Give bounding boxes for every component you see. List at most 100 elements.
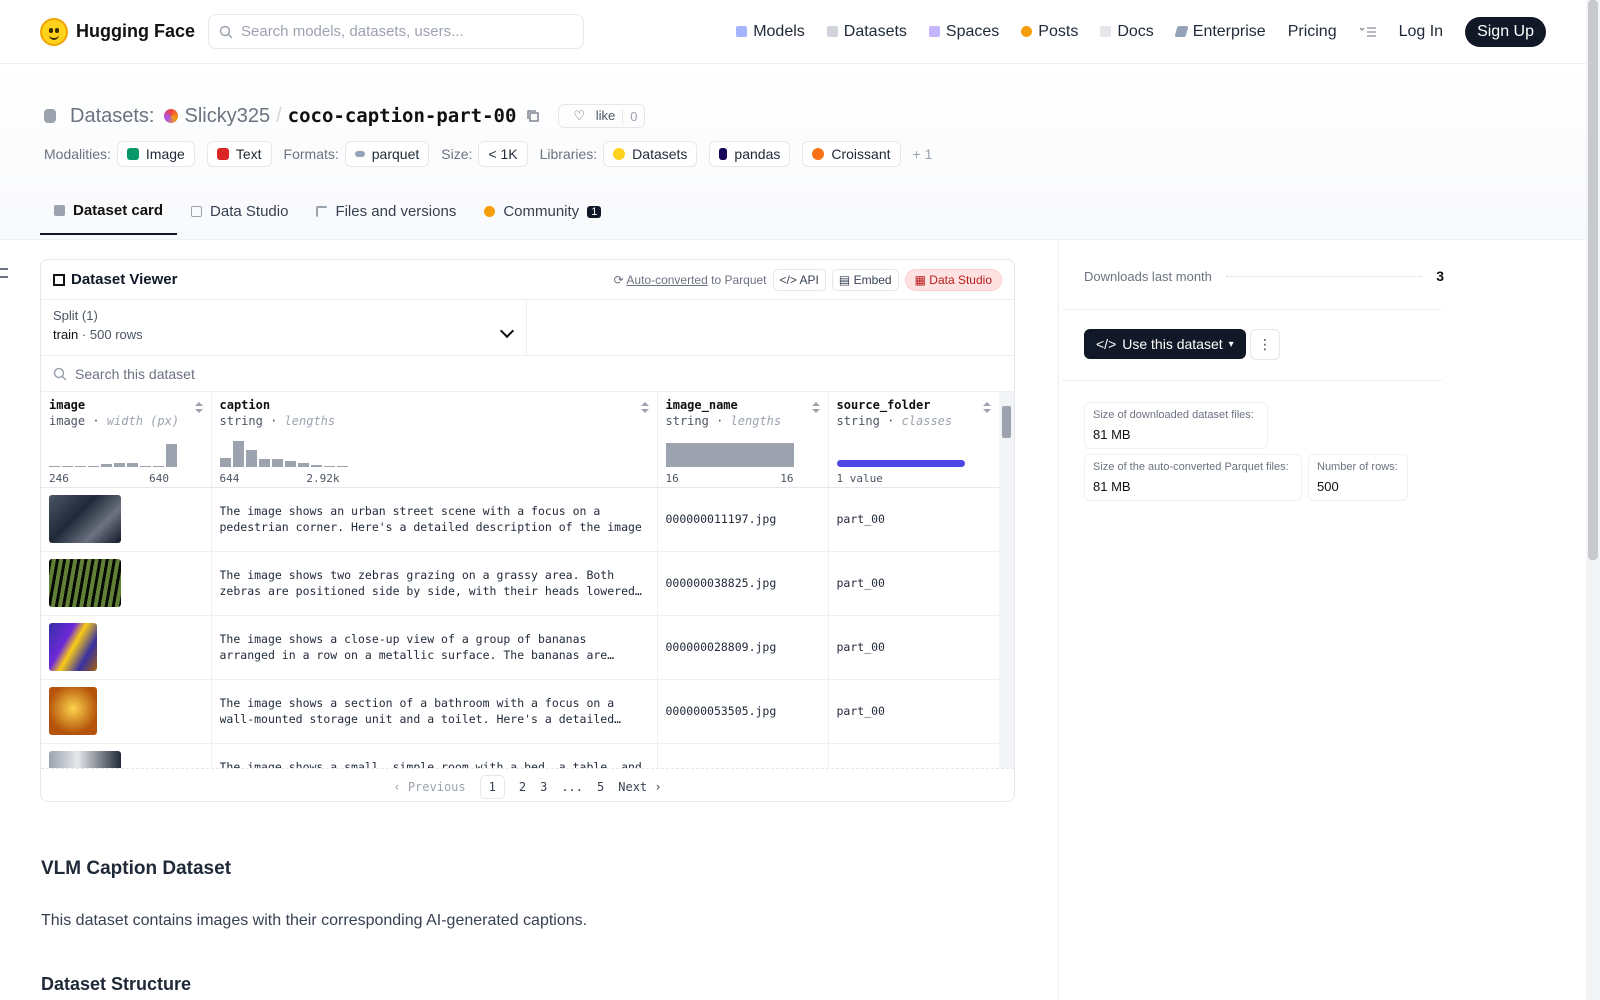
page-3[interactable]: 3 — [540, 780, 547, 794]
cell-image[interactable] — [41, 679, 212, 744]
use-dataset-label: Use this dataset — [1122, 336, 1223, 352]
cell-caption[interactable]: The image shows a small, simple room wit… — [211, 743, 658, 768]
tag-image[interactable]: Image — [116, 141, 195, 167]
cell-caption[interactable]: The image shows a close-up view of a gro… — [211, 615, 658, 680]
tab-community[interactable]: Community 1 — [470, 186, 615, 235]
sidebar-divider — [1058, 240, 1059, 1000]
col-caption[interactable]: caption string · lengths 644 2.92k — [211, 392, 658, 488]
table-row[interactable]: The image shows a close-up view of a gro… — [41, 615, 1000, 680]
cell-image-name[interactable]: 000000053505.jpg — [657, 679, 829, 744]
table-row[interactable]: The image shows a section of a bathroom … — [41, 679, 1000, 744]
nav-docs[interactable]: Docs — [1100, 23, 1154, 41]
tag-size[interactable]: < 1K — [478, 141, 528, 167]
cell-image[interactable] — [41, 487, 212, 552]
table-row[interactable]: The image shows a small, simple room wit… — [41, 743, 1000, 768]
nav-models-label: Models — [753, 22, 805, 40]
sort-icon[interactable] — [640, 402, 649, 414]
nav-models[interactable]: Models — [736, 23, 805, 41]
cell-caption[interactable]: The image shows an urban street scene wi… — [211, 487, 658, 552]
cell-source-folder[interactable] — [828, 743, 1000, 768]
cell-source-folder[interactable]: part_00 — [828, 551, 1000, 616]
cell-source-folder[interactable]: part_00 — [828, 487, 1000, 552]
tag-text[interactable]: Text — [206, 141, 272, 167]
stat-download-size-label: Size of downloaded dataset files: — [1093, 409, 1254, 421]
cell-image[interactable] — [41, 615, 212, 680]
nav-enterprise[interactable]: Enterprise — [1174, 23, 1266, 41]
brand[interactable]: Hugging Face — [40, 17, 208, 46]
thumbnail-zebra[interactable] — [49, 559, 121, 607]
tab-dataset-card[interactable]: Dataset card — [40, 186, 178, 235]
page-1[interactable]: 1 — [479, 774, 505, 799]
tag-datasets[interactable]: Datasets — [603, 141, 698, 167]
thumbnail-bathroom[interactable] — [49, 687, 97, 735]
split-row: Split (1) train · 500 rows — [41, 300, 1014, 356]
menu-icon[interactable] — [1359, 26, 1377, 38]
tag-croissant[interactable]: Croissant — [802, 141, 901, 167]
sort-icon[interactable] — [811, 402, 820, 414]
sort-icon[interactable] — [194, 402, 203, 414]
next-page[interactable]: Next › — [618, 780, 661, 794]
split-select[interactable]: Split (1) train · 500 rows — [41, 300, 527, 355]
tab-files[interactable]: Files and versions — [302, 186, 470, 235]
cell-image[interactable] — [41, 551, 212, 616]
more-tags[interactable]: + 1 — [913, 146, 933, 162]
global-search-input[interactable] — [241, 23, 561, 40]
repo-name[interactable]: coco-caption-part-00 — [288, 105, 517, 127]
downloads-label: Downloads last month — [1084, 268, 1212, 284]
sidebar-toggle-icon[interactable] — [0, 268, 8, 278]
cell-caption[interactable]: The image shows a section of a bathroom … — [211, 679, 658, 744]
use-dataset-button[interactable]: </> Use this dataset ▾ — [1084, 329, 1246, 359]
class-bar — [836, 459, 965, 467]
col-image[interactable]: image image · width (px) 246 640 — [41, 392, 212, 488]
cell-caption[interactable]: The image shows two zebras grazing on a … — [211, 551, 658, 616]
sort-icon[interactable] — [982, 402, 991, 414]
nav-spaces[interactable]: Spaces — [928, 23, 999, 41]
dataset-search-input[interactable] — [75, 365, 575, 382]
copy-icon[interactable] — [526, 109, 540, 123]
page-scrollbar-thumb[interactable] — [1588, 0, 1598, 560]
embed-button[interactable]: ▤ Embed — [831, 268, 899, 291]
col-image-name[interactable]: image_name string · lengths 16 16 — [657, 392, 829, 488]
nav-pricing[interactable]: Pricing — [1288, 23, 1337, 41]
thumbnail-banana[interactable] — [49, 623, 97, 671]
col-caption-type: string · lengths — [219, 414, 336, 428]
page-5[interactable]: 5 — [597, 780, 604, 794]
auto-converted-link[interactable]: Auto-converted — [626, 273, 707, 287]
col-source-folder[interactable]: source_folder string · classes 1 value — [828, 392, 1000, 488]
tag-parquet[interactable]: parquet — [344, 141, 430, 167]
cell-image[interactable] — [41, 743, 212, 768]
nav-posts[interactable]: Posts — [1021, 23, 1078, 41]
cell-source-folder[interactable]: part_00 — [828, 615, 1000, 680]
table-scrollbar[interactable] — [999, 392, 1014, 768]
like-count: 0 — [622, 108, 644, 124]
global-search[interactable] — [208, 14, 584, 49]
cell-image-name[interactable]: 000000011197.jpg — [657, 487, 829, 552]
signup-button[interactable]: Sign Up — [1465, 16, 1546, 47]
like-button[interactable]: ♡ like 0 — [558, 104, 646, 128]
api-button[interactable]: </> API — [772, 268, 826, 291]
table-scrollbar-thumb[interactable] — [1002, 406, 1011, 438]
page-scrollbar[interactable] — [1586, 0, 1600, 1000]
nav-datasets[interactable]: Datasets — [826, 23, 907, 41]
thumbnail-street[interactable] — [49, 495, 121, 543]
nav-posts-label: Posts — [1038, 22, 1079, 40]
tag-pandas[interactable]: pandas — [709, 141, 791, 167]
login-link[interactable]: Log In — [1399, 23, 1443, 41]
table-row[interactable]: The image shows an urban street scene wi… — [41, 487, 1000, 552]
nav-links: Models Datasets Spaces Posts Docs Enterp… — [736, 16, 1546, 47]
cell-source-folder[interactable]: part_00 — [828, 679, 1000, 744]
cell-image-name[interactable]: 000000038825.jpg — [657, 551, 829, 616]
cell-image-name[interactable] — [657, 743, 829, 768]
owner-link[interactable]: Slicky325 — [184, 105, 270, 128]
table-row[interactable]: The image shows two zebras grazing on a … — [41, 551, 1000, 616]
more-options-icon[interactable]: ⋮ — [1250, 329, 1280, 360]
data-studio-button[interactable]: ▦ Data Studio — [904, 268, 1002, 291]
section-link[interactable]: Datasets: — [70, 105, 154, 128]
dataset-search[interactable] — [41, 356, 1014, 392]
tab-data-studio[interactable]: Data Studio — [177, 186, 302, 235]
auto-converted-note[interactable]: ⟳ Auto-converted to Parquet — [614, 273, 767, 287]
page-2[interactable]: 2 — [519, 780, 526, 794]
thumbnail-room[interactable] — [49, 751, 121, 768]
cell-image-name[interactable]: 000000028809.jpg — [657, 615, 829, 680]
prev-page[interactable]: ‹ Previous — [393, 780, 465, 794]
